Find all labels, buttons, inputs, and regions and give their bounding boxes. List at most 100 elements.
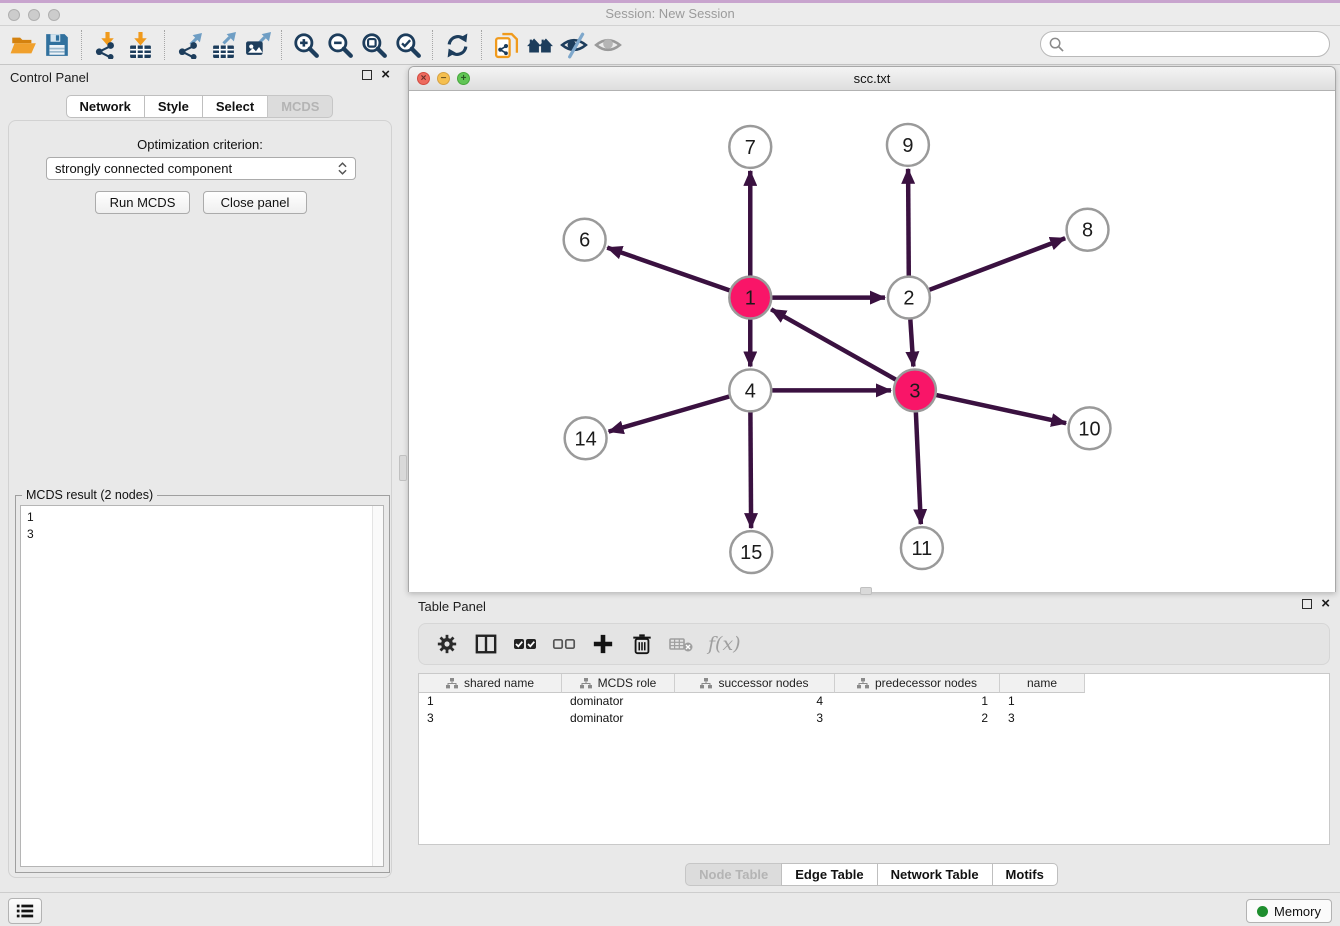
graph-edge-4-14[interactable] — [609, 397, 730, 432]
table-cell[interactable]: 4 — [675, 693, 835, 710]
window-titlebar[interactable]: Session: New Session — [0, 0, 1340, 26]
import-network-icon[interactable] — [89, 28, 123, 62]
columns-icon[interactable] — [474, 632, 498, 656]
graph-node-7[interactable]: 7 — [729, 126, 771, 168]
horizontal-splitter-handle[interactable] — [860, 587, 872, 595]
export-image-icon[interactable] — [240, 28, 274, 62]
graph-node-11[interactable]: 11 — [901, 527, 943, 569]
table-cell[interactable]: 1 — [419, 693, 562, 710]
graph-node-10[interactable]: 10 — [1069, 407, 1111, 449]
table-tabs: Node TableEdge TableNetwork TableMotifs — [408, 863, 1336, 886]
refresh-icon[interactable] — [440, 28, 474, 62]
column-header-MCDS-role[interactable]: MCDS role — [562, 674, 675, 693]
graph-edge-2-8[interactable] — [929, 238, 1065, 290]
mcds-result-box[interactable]: 1 3 — [20, 505, 384, 867]
memory-button[interactable]: Memory — [1246, 899, 1332, 923]
graph-node-3[interactable]: 3 — [894, 369, 936, 411]
tab-mcds[interactable]: MCDS — [267, 95, 333, 118]
table-cell[interactable]: dominator — [562, 693, 675, 710]
graph-edge-2-3[interactable] — [910, 320, 913, 367]
tab-motifs[interactable]: Motifs — [992, 863, 1058, 886]
column-header-name[interactable]: name — [1000, 674, 1085, 693]
tab-node-table[interactable]: Node Table — [685, 863, 782, 886]
tab-network[interactable]: Network — [66, 95, 145, 118]
graph-node-15[interactable]: 15 — [730, 531, 772, 573]
graph-edge-4-15[interactable] — [750, 412, 751, 528]
graph-node-1[interactable]: 1 — [729, 277, 771, 319]
table-cell[interactable]: 1 — [835, 693, 1000, 710]
eye-icon — [591, 28, 625, 62]
tab-style[interactable]: Style — [144, 95, 203, 118]
svg-text:6: 6 — [579, 230, 590, 252]
clone-network-icon[interactable] — [489, 28, 523, 62]
float-panel-icon[interactable] — [362, 70, 372, 80]
toolbar-separator — [281, 30, 282, 60]
hide-graphics-icon[interactable] — [557, 28, 591, 62]
zoom-out-icon[interactable] — [323, 28, 357, 62]
graph-edge-2-9[interactable] — [908, 169, 909, 276]
control-panel: Control Panel × NetworkStyleSelectMCDS O… — [0, 66, 400, 888]
graph-node-9[interactable]: 9 — [887, 124, 929, 166]
run-mcds-button[interactable]: Run MCDS — [95, 191, 190, 214]
vertical-splitter-handle[interactable] — [399, 455, 407, 481]
graph-node-14[interactable]: 14 — [565, 417, 607, 459]
search-input[interactable] — [1070, 37, 1321, 52]
result-scrollbar[interactable] — [372, 506, 383, 866]
delete-icon[interactable] — [630, 632, 654, 656]
tab-network-table[interactable]: Network Table — [877, 863, 993, 886]
svg-text:11: 11 — [912, 538, 933, 560]
graph-node-8[interactable]: 8 — [1067, 209, 1109, 251]
graph-node-4[interactable]: 4 — [729, 369, 771, 411]
tab-edge-table[interactable]: Edge Table — [781, 863, 877, 886]
network-canvas[interactable]: 7 9 6 8 1 2 4 3 14 10 15 11 — [409, 91, 1335, 592]
column-header-successor-nodes[interactable]: successor nodes — [675, 674, 835, 693]
function-builder: f(x) — [708, 632, 741, 656]
dropdown-stepper-icon — [338, 162, 347, 175]
table-cell[interactable]: 3 — [675, 710, 835, 727]
close-panel-button[interactable]: Close panel — [203, 191, 307, 214]
search-icon — [1049, 37, 1064, 52]
zoom-in-icon[interactable] — [289, 28, 323, 62]
graph-edge-3-1[interactable] — [771, 309, 896, 379]
graph-edge-1-6[interactable] — [607, 248, 729, 291]
add-icon[interactable] — [591, 632, 615, 656]
graph-edge-3-10[interactable] — [936, 395, 1066, 423]
search-box[interactable] — [1040, 31, 1330, 57]
export-network-icon[interactable] — [172, 28, 206, 62]
optimization-dropdown[interactable]: strongly connected component — [46, 157, 356, 180]
network-window-titlebar[interactable]: × − + scc.txt — [409, 67, 1335, 91]
table-cell[interactable]: 1 — [1000, 693, 1085, 710]
gear-icon[interactable] — [435, 632, 459, 656]
open-icon[interactable] — [6, 28, 40, 62]
select-all-icon[interactable] — [513, 632, 537, 656]
table-row[interactable]: 3dominator323 — [419, 710, 1329, 727]
close-panel-icon[interactable]: × — [1321, 598, 1330, 610]
graph-node-6[interactable]: 6 — [564, 219, 606, 261]
zoom-fit-icon[interactable] — [357, 28, 391, 62]
table-cell[interactable]: 3 — [1000, 710, 1085, 727]
node-table[interactable]: shared nameMCDS rolesuccessor nodesprede… — [418, 673, 1330, 845]
column-header-shared-name[interactable]: shared name — [419, 674, 562, 693]
save-icon[interactable] — [40, 28, 74, 62]
float-panel-icon[interactable] — [1302, 599, 1312, 609]
deselect-all-icon[interactable] — [552, 632, 576, 656]
zoom-selected-icon[interactable] — [391, 28, 425, 62]
close-panel-icon[interactable]: × — [381, 69, 390, 81]
table-row[interactable]: 1dominator411 — [419, 693, 1329, 710]
svg-text:8: 8 — [1082, 220, 1093, 242]
table-panel-title: Table Panel — [418, 599, 486, 614]
graph-node-2[interactable]: 2 — [888, 277, 930, 319]
task-history-button[interactable] — [8, 898, 42, 924]
list-icon — [15, 902, 35, 920]
table-cell[interactable]: dominator — [562, 710, 675, 727]
neighbors-icon[interactable] — [523, 28, 557, 62]
table-cell[interactable]: 3 — [419, 710, 562, 727]
import-table-icon[interactable] — [123, 28, 157, 62]
export-table-icon[interactable] — [206, 28, 240, 62]
table-cell[interactable]: 2 — [835, 710, 1000, 727]
column-header-predecessor-nodes[interactable]: predecessor nodes — [835, 674, 1000, 693]
control-panel-tabs: NetworkStyleSelectMCDS — [0, 95, 400, 118]
memory-status-icon — [1257, 906, 1268, 917]
graph-edge-3-11[interactable] — [916, 412, 921, 524]
tab-select[interactable]: Select — [202, 95, 268, 118]
